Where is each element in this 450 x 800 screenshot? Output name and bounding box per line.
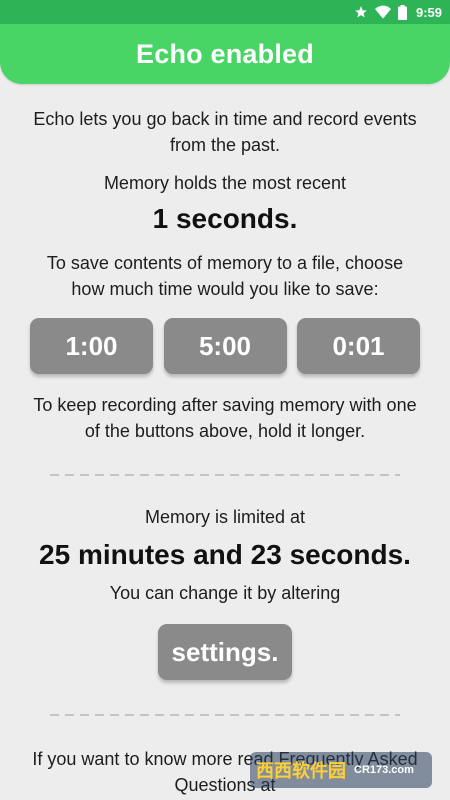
change-limit-text: You can change it by altering bbox=[109, 583, 341, 603]
save-5-00-button[interactable]: 5:00 bbox=[163, 318, 287, 374]
main-content: Echo lets you go back in time and record… bbox=[0, 84, 450, 798]
battery-icon bbox=[397, 4, 407, 20]
watermark-logo: 西西软件园 CR173.com bbox=[250, 752, 432, 788]
page-title: Echo enabled bbox=[136, 38, 314, 69]
keep-recording-line-2: of the buttons above, hold it longer. bbox=[84, 421, 366, 441]
status-bar: 9:59 bbox=[0, 0, 450, 24]
settings-button[interactable]: settings. bbox=[158, 624, 292, 680]
wifi-icon bbox=[374, 5, 391, 19]
app-header: Echo enabled bbox=[0, 24, 450, 84]
memory-label: Memory holds the most recent bbox=[103, 173, 347, 193]
watermark-subtext: CR173.com bbox=[354, 764, 414, 776]
keep-recording-line-1: To keep recording after saving memory wi… bbox=[33, 395, 417, 415]
save-buttons-row: 1:00 5:00 0:01 bbox=[0, 318, 450, 374]
save-0-01-button[interactable]: 0:01 bbox=[297, 318, 420, 374]
intro-line-1: Echo lets you go back in time and record… bbox=[33, 109, 417, 129]
intro-line-2: from the past. bbox=[169, 135, 281, 155]
save-1-00-button[interactable]: 1:00 bbox=[30, 318, 153, 374]
memory-value: 1 seconds. bbox=[152, 203, 298, 234]
clock: 9:59 bbox=[415, 4, 442, 20]
save-instructions-line-1: To save contents of memory to a file, ch… bbox=[46, 253, 404, 273]
limit-label: Memory is limited at bbox=[144, 507, 306, 527]
limit-value: 25 minutes and 23 seconds. bbox=[39, 539, 411, 570]
star-icon bbox=[354, 5, 368, 19]
save-instructions-line-2: how much time would you like to save: bbox=[71, 279, 379, 299]
watermark-text: 西西软件园 bbox=[256, 761, 346, 781]
